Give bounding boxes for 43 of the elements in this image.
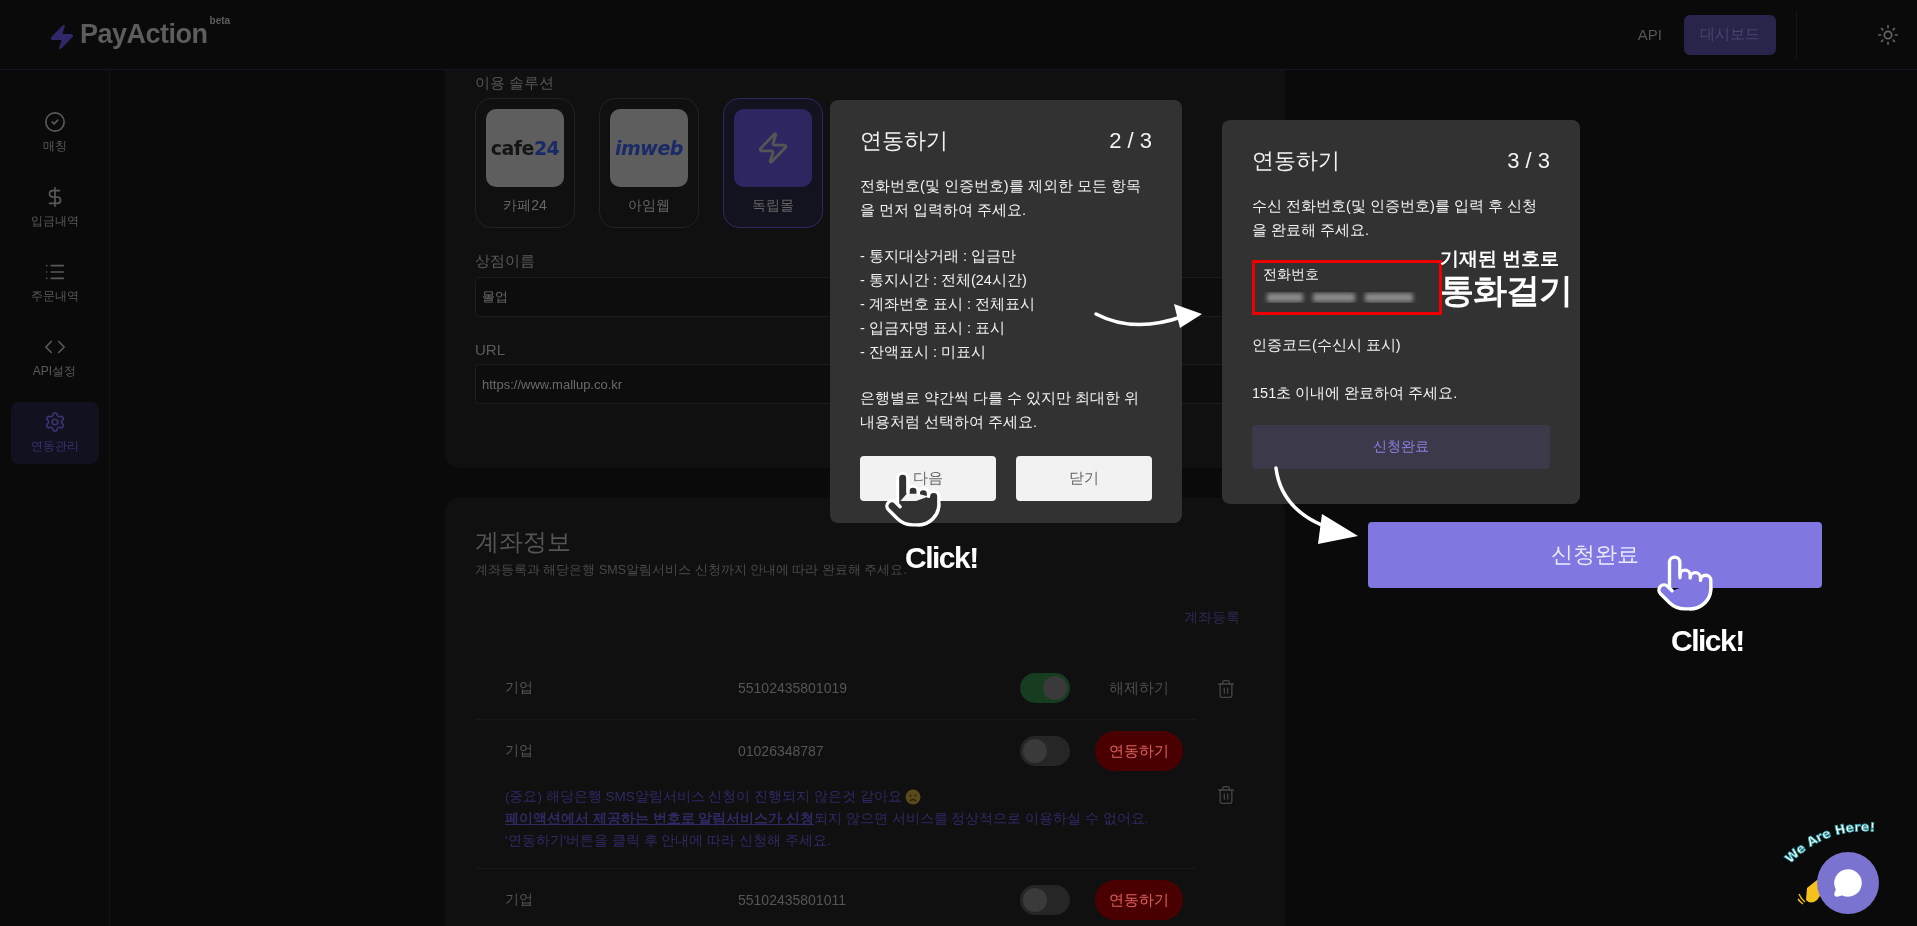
imweb-logo: imweb (610, 109, 688, 187)
warning-text: '연동하기'버튼을 클릭 후 안내에 따라 신청해 주세요. (505, 832, 831, 850)
sidebar-label: 연동관리 (30, 438, 79, 455)
chat-badge-text: We Are Here! (1781, 819, 1876, 866)
annotation-heading: 통화걸기 (1440, 270, 1572, 311)
sidebar-label: API설정 (32, 363, 77, 380)
sidebar-label: 입금내역 (30, 213, 79, 230)
setting-item: - 잔액표시 : 미표시 (860, 343, 987, 362)
cafe24-logo: cafe24 (486, 109, 564, 187)
bank-name: 기업 (505, 679, 534, 697)
timer-text: 151초 이내에 완료하여 주세요. (1252, 384, 1459, 403)
section-title: 계좌정보 (475, 527, 571, 557)
annotation-text: 기재된 번호로 (1440, 247, 1560, 271)
dialog-text: 수신 전화번호(및 인증번호)를 입력 후 신청을 완료해 주세요. (1252, 197, 1538, 240)
bank-name: 기업 (505, 742, 534, 760)
account-number: 55102435801011 (738, 892, 847, 908)
warning-text: (중요) 해당은행 SMS알림서비스 신청이 진행되지 않은것 같아요 (505, 788, 902, 806)
sidebar-label: 매칭 (42, 138, 67, 155)
setting-item: - 통지시간 : 전체(24시간) (860, 271, 1028, 290)
dialog-text: 전화번호(및 인증번호)를 제외한 모든 항목을 먼저 입력하여 주세요. (860, 177, 1142, 220)
solution-label: 카페24 (503, 197, 547, 215)
account-number: 01026348787 (738, 743, 825, 759)
section-label: 이용 솔루션 (475, 74, 556, 92)
dialog-title: 연동하기 (860, 127, 948, 155)
dialog-title: 연동하기 (1252, 147, 1340, 175)
warning-text: 페이액션에서 제공하는 번호로 알림서비스가 신청되지 않으면 서비스를 정상적으로 이용하실 수 없어요. (505, 810, 1149, 828)
account-number: 55102435801019 (738, 680, 848, 696)
setting-item: - 계좌번호 표시 : 전체표시 (860, 295, 1036, 314)
solution-label: 독립몰 (752, 197, 794, 215)
code-label: 인증코드(수신시 표시) (1252, 336, 1402, 355)
field-label: URL (475, 341, 505, 358)
step-counter: 3 / 3 (1507, 148, 1550, 174)
sidebar-label: 주문내역 (30, 288, 79, 305)
field-label: 상점이름 (475, 252, 535, 271)
step-counter: 2 / 3 (1109, 128, 1152, 154)
setting-item: - 통지대상거래 : 입금만 (860, 247, 1017, 266)
click-label: Click! (1671, 624, 1744, 658)
setting-item: - 입금자명 표시 : 표시 (860, 319, 1006, 338)
bank-name: 기업 (505, 891, 534, 909)
phone-label: 전화번호 (1263, 266, 1320, 284)
click-label: Click! (905, 541, 978, 574)
dialog-text: 은행별로 약간씩 다를 수 있지만 최대한 위 내용처럼 선택하여 주세요. (860, 389, 1141, 432)
solution-label: 아임웹 (628, 197, 670, 215)
